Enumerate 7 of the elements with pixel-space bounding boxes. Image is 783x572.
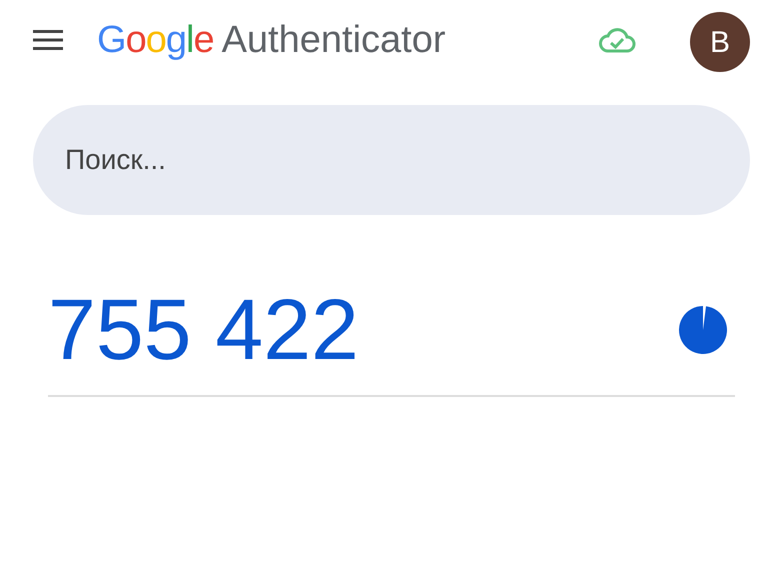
- menu-icon[interactable]: [33, 29, 63, 51]
- avatar[interactable]: B: [690, 12, 750, 72]
- cloud-check-icon[interactable]: [598, 26, 636, 54]
- otp-code[interactable]: 755 422: [48, 287, 359, 373]
- brand-logo: Google: [97, 21, 214, 59]
- app-title: Authenticator: [222, 21, 446, 59]
- search-field[interactable]: Поиск...: [33, 105, 750, 215]
